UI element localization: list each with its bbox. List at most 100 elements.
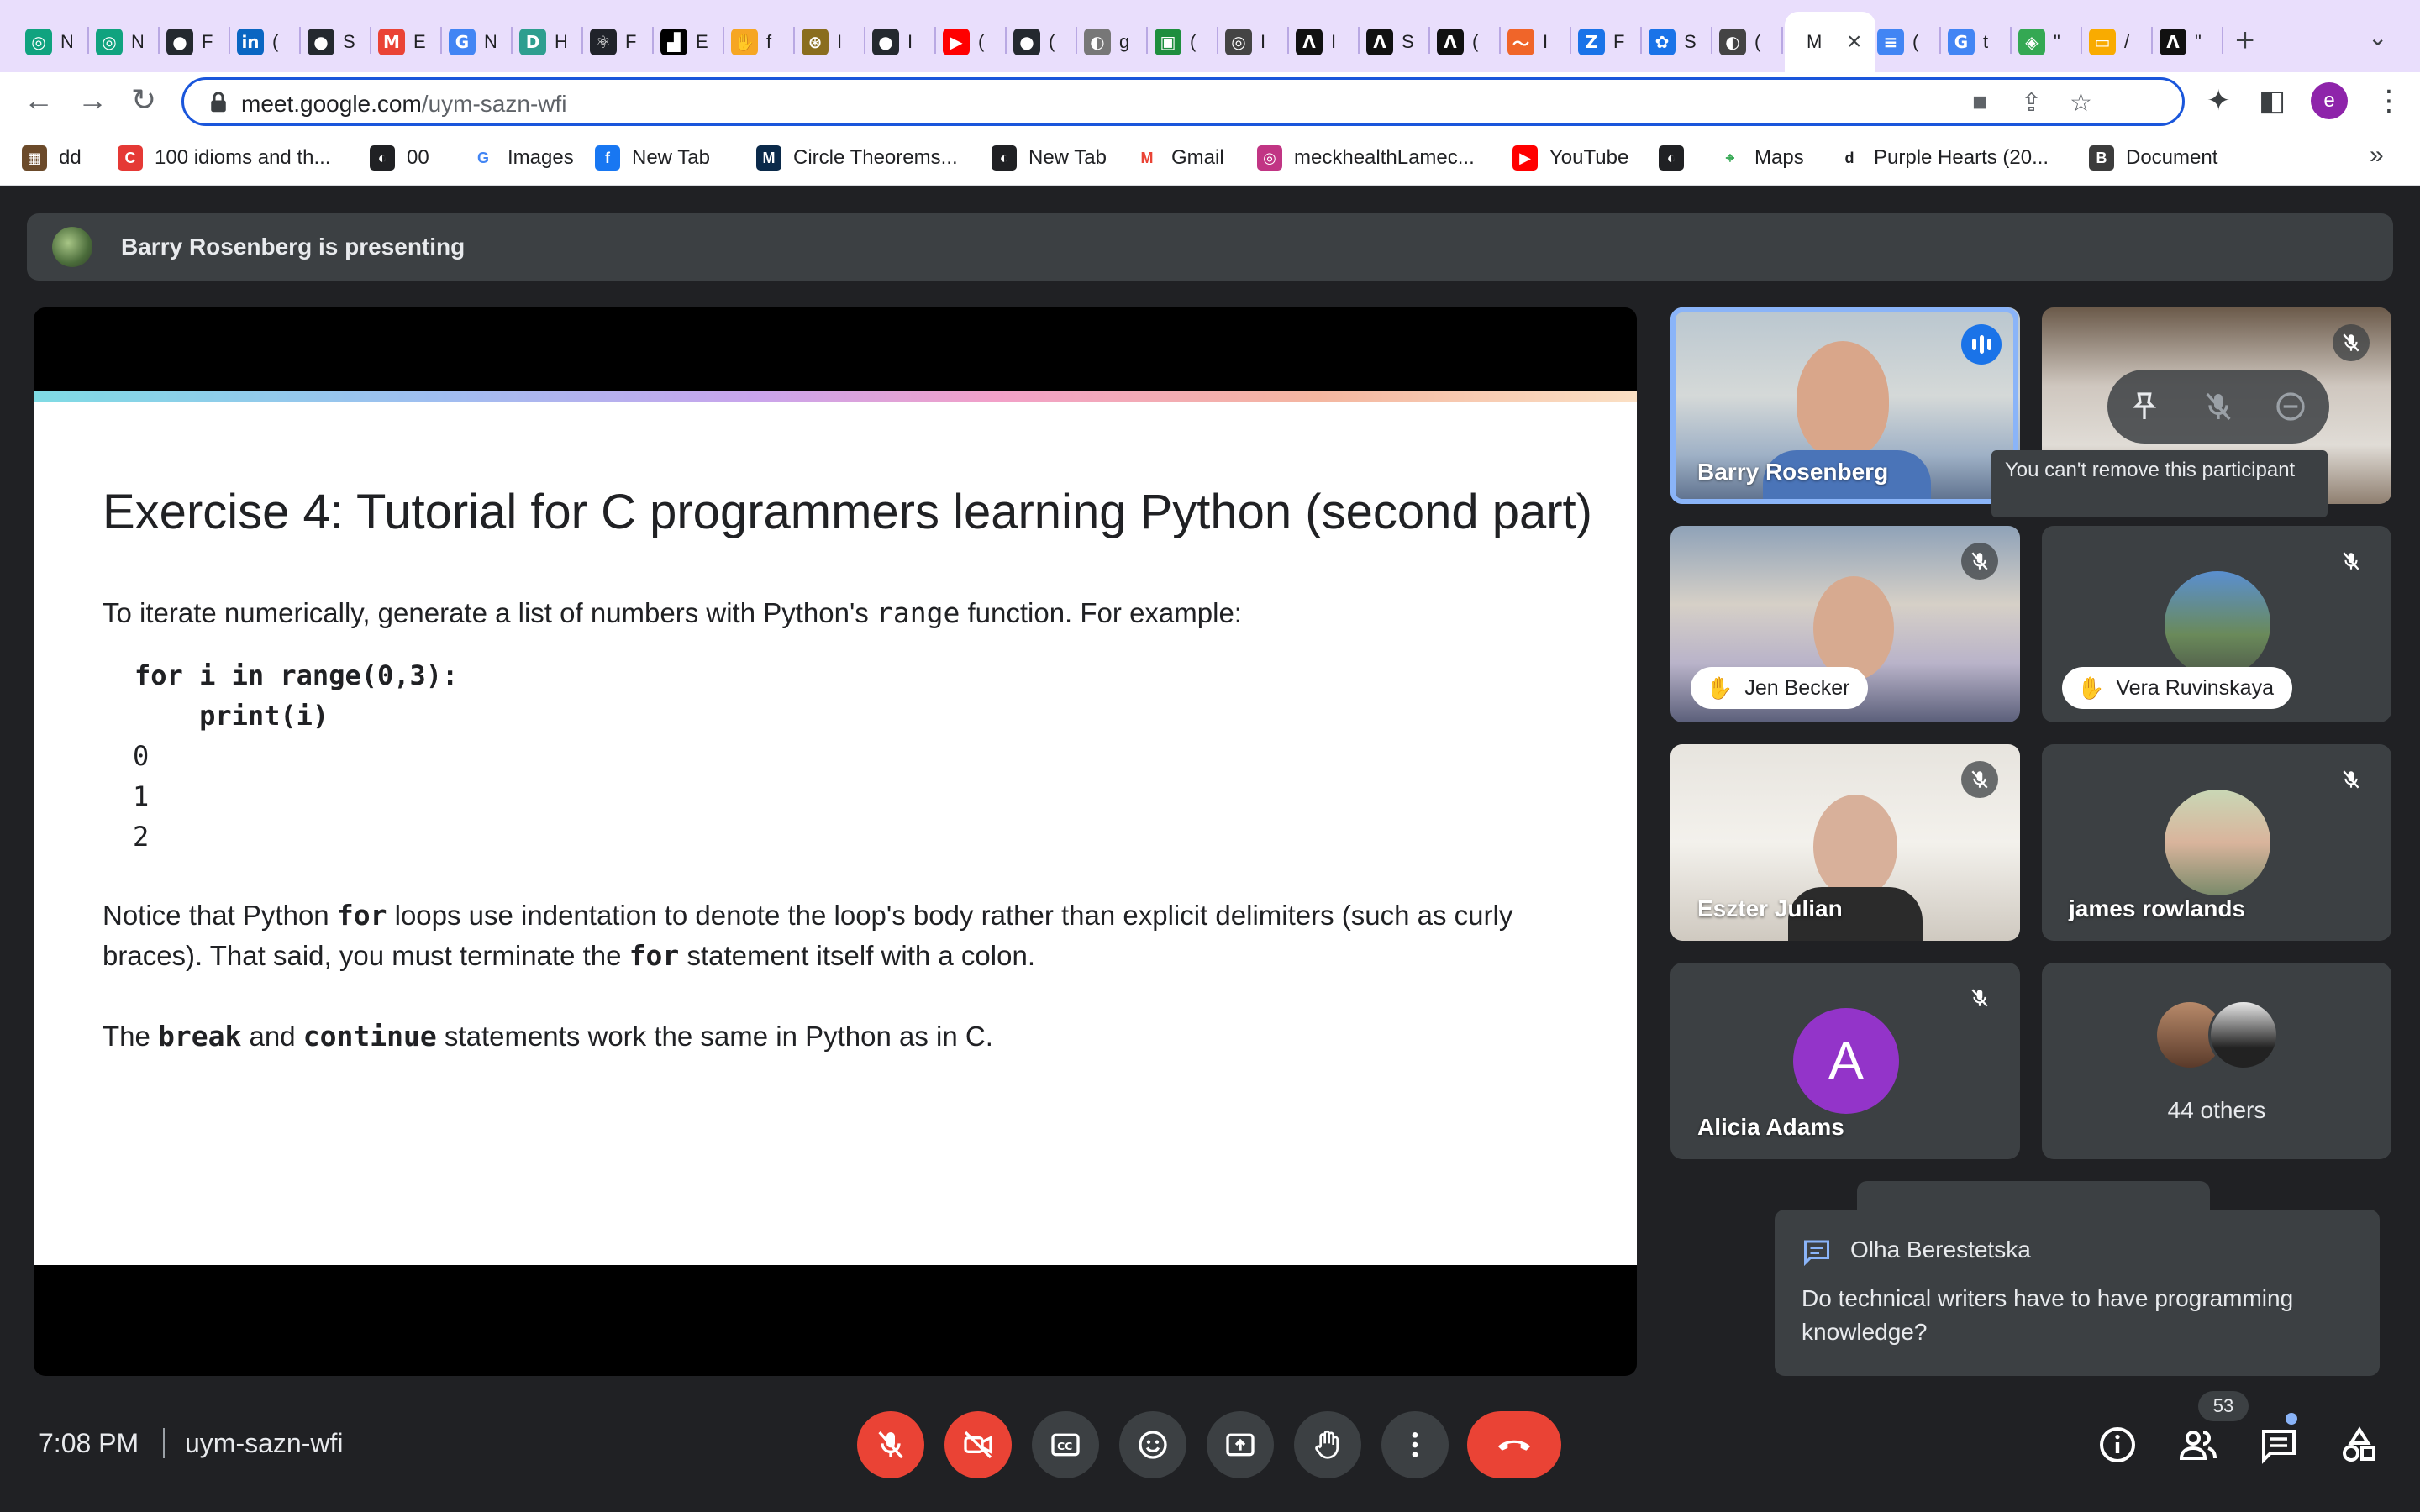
browser-tab[interactable]: ● I xyxy=(872,17,919,67)
browser-tab[interactable]: ▶( xyxy=(943,17,990,67)
tab-title: H xyxy=(555,31,566,52)
browser-tab[interactable]: Λ( xyxy=(1437,17,1484,67)
bookmark-item[interactable]: ⌖ Maps xyxy=(1718,143,1804,173)
browser-tab[interactable]: GN xyxy=(449,17,496,67)
browser-tab[interactable]: ◐( xyxy=(1719,17,1766,67)
browser-tab[interactable]: ◎ I xyxy=(1225,17,1272,67)
browser-tab[interactable]: ▭ / xyxy=(2089,17,2136,67)
tab-separator xyxy=(2081,27,2082,54)
extensions-puzzle-icon[interactable]: ✦ xyxy=(2207,84,2231,118)
browser-tab[interactable]: ●( xyxy=(1013,17,1060,67)
bookmark-item[interactable]: ▦ dd xyxy=(22,143,82,173)
tab-search-chevron-icon[interactable]: ⌄ xyxy=(2368,24,2387,51)
browser-tab[interactable]: ZF xyxy=(1578,17,1625,67)
emoji-icon xyxy=(1139,1431,1167,1459)
slide-title: Exercise 4: Tutorial for C programmers l… xyxy=(103,485,1592,539)
chat-button[interactable] xyxy=(2255,1421,2302,1468)
tab-title: N xyxy=(484,31,496,52)
bookmark-item[interactable]: ◎ meckhealthLamec... xyxy=(1257,143,1475,173)
browser-tab[interactable]: ◈ " xyxy=(2018,17,2065,67)
leave-call-button[interactable] xyxy=(1467,1411,1561,1478)
close-tab-icon[interactable]: × xyxy=(1847,28,1862,56)
browser-tab[interactable]: ● F xyxy=(166,17,213,67)
captions-button[interactable]: CC xyxy=(1032,1411,1099,1478)
browser-tab[interactable]: ✿ S xyxy=(1649,17,1696,67)
browser-tab[interactable]: ⊛ I xyxy=(802,17,849,67)
remove-participant-icon[interactable] xyxy=(2274,390,2307,423)
bookmark-favicon-icon: B xyxy=(2089,145,2114,171)
reload-icon[interactable]: ↻ xyxy=(131,82,156,118)
browser-tab[interactable]: in ( xyxy=(237,17,284,67)
others-tile[interactable]: 44 others xyxy=(2042,963,2391,1159)
participant-tile-barry[interactable]: Barry Rosenberg xyxy=(1670,307,2020,504)
raise-hand-button[interactable] xyxy=(1294,1411,1361,1478)
url-text: meet.google.com/uym-sazn-wfi xyxy=(241,91,567,117)
meeting-details-button[interactable] xyxy=(2094,1421,2141,1468)
unread-dot xyxy=(2286,1413,2297,1425)
microphone-toggle-button[interactable] xyxy=(857,1411,924,1478)
bookmark-item[interactable]: C 100 idioms and th... xyxy=(118,143,330,173)
activities-button[interactable] xyxy=(2336,1421,2383,1468)
browser-tab[interactable]: 〜 I xyxy=(1507,17,1555,67)
bookmark-item[interactable]: B Document xyxy=(2089,143,2217,173)
browser-tab[interactable]: ◎ N xyxy=(25,17,72,67)
browser-tab[interactable]: Λ " xyxy=(2160,17,2207,67)
browser-tab[interactable]: ◐ g xyxy=(1084,17,1131,67)
bookmark-item[interactable]: f New Tab xyxy=(595,143,710,173)
more-options-button[interactable] xyxy=(1381,1411,1449,1478)
reactions-button[interactable] xyxy=(1119,1411,1186,1478)
tab-title: g xyxy=(1119,31,1130,52)
address-bar[interactable]: meet.google.com/uym-sazn-wfi ■ ⇪ ☆ xyxy=(182,77,2185,126)
back-arrow-icon[interactable]: ← xyxy=(24,82,54,118)
tab-title: ( xyxy=(1472,31,1479,52)
meeting-code: uym-sazn-wfi xyxy=(185,1428,344,1458)
participant-tile-eszter[interactable]: Eszter Julian xyxy=(1670,744,2020,941)
browser-tab-active[interactable]: M × xyxy=(1785,12,1876,72)
profile-avatar[interactable]: e xyxy=(2311,82,2348,119)
forward-arrow-icon[interactable]: → xyxy=(77,82,108,118)
bookmarks-overflow-icon[interactable]: » xyxy=(2370,141,2384,170)
tab-favicon-icon: ▶ xyxy=(943,29,970,55)
people-button[interactable] xyxy=(2175,1421,2222,1468)
tab-separator xyxy=(723,27,724,54)
browser-tab[interactable]: ✋ f xyxy=(731,17,778,67)
browser-tab[interactable]: DH xyxy=(519,17,566,67)
pin-icon[interactable] xyxy=(2128,390,2161,423)
tab-favicon-icon: ✿ xyxy=(1649,29,1676,55)
browser-tab[interactable]: ◎ N xyxy=(96,17,143,67)
bookmark-item[interactable]: G Images xyxy=(471,143,574,173)
bookmark-item[interactable]: d Purple Hearts (20... xyxy=(1837,143,2049,173)
bookmark-star-icon[interactable]: ☆ xyxy=(2070,88,2092,118)
bookmark-item[interactable]: ◐ xyxy=(1659,143,1696,173)
browser-tab[interactable]: ΛS xyxy=(1366,17,1413,67)
bookmark-item[interactable]: ▶ YouTube xyxy=(1512,143,1628,173)
bookmark-item[interactable]: M Circle Theorems... xyxy=(756,143,958,173)
chat-notification[interactable]: Olha Berestetska Do technical writers ha… xyxy=(1775,1210,2380,1376)
browser-tab[interactable]: ≡( xyxy=(1877,17,1924,67)
mute-participant-icon[interactable] xyxy=(2202,390,2235,423)
browser-tab[interactable]: ▣( xyxy=(1155,17,1202,67)
camera-toggle-button[interactable] xyxy=(944,1411,1012,1478)
browser-tab[interactable]: ME xyxy=(378,17,425,67)
bookmark-item[interactable]: ◐ New Tab xyxy=(992,143,1107,173)
tab-favicon-icon: M xyxy=(378,29,405,55)
share-icon[interactable]: ⇪ xyxy=(2021,88,2042,118)
participant-tile-jen[interactable]: ✋ Jen Becker xyxy=(1670,526,2020,722)
browser-menu-icon[interactable]: ⋮ xyxy=(2375,84,2403,118)
tab-title: I xyxy=(1331,31,1337,52)
camera-in-use-icon[interactable]: ■ xyxy=(1972,88,1987,117)
new-tab-button[interactable]: + xyxy=(2235,22,2254,60)
participant-tile-james[interactable]: james rowlands xyxy=(2042,744,2391,941)
browser-tab[interactable]: ▟ E xyxy=(660,17,708,67)
browser-tab[interactable]: ΛI xyxy=(1296,17,1343,67)
browser-tab[interactable]: ● S xyxy=(308,17,355,67)
bookmark-item[interactable]: M Gmail xyxy=(1134,143,1224,173)
side-panel-icon[interactable]: ◧ xyxy=(2259,84,2286,118)
tab-separator xyxy=(934,27,936,54)
browser-tab[interactable]: Gt xyxy=(1948,17,1995,67)
bookmark-label: New Tab xyxy=(632,146,710,169)
browser-tab[interactable]: ⚛ F xyxy=(590,17,637,67)
present-screen-button[interactable] xyxy=(1207,1411,1274,1478)
participant-tile-vera[interactable]: ✋ Vera Ruvinskaya xyxy=(2042,526,2391,722)
bookmark-item[interactable]: ◐ 00 xyxy=(370,143,429,173)
